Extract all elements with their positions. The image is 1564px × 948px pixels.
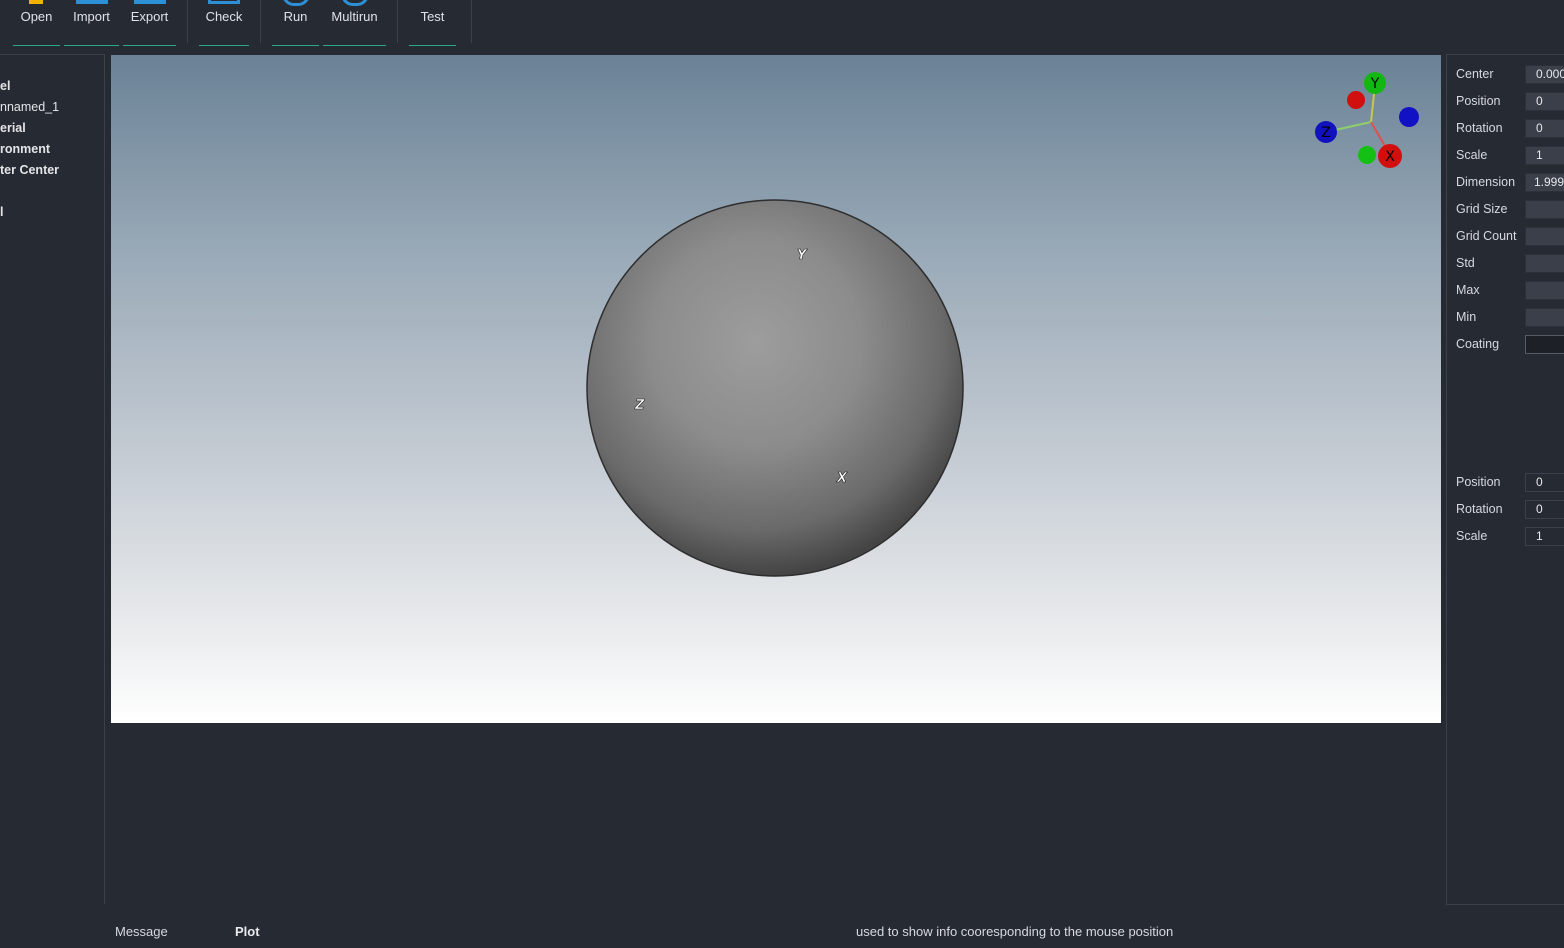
model-tree-panel: el nnamed_1 erial ronment ter Center l xyxy=(0,54,105,904)
transform-scale-label: Scale xyxy=(1456,529,1488,543)
viewport-canvas[interactable]: Y Z X Y Z X xyxy=(111,55,1441,723)
prop-row-coating: Coating xyxy=(1456,335,1564,355)
multirun-label: Multirun xyxy=(331,9,378,24)
tree-item-extra[interactable]: l xyxy=(0,205,3,219)
tree-item-material[interactable]: erial xyxy=(0,121,26,135)
test-label: Test xyxy=(420,9,445,24)
export-button[interactable]: Export xyxy=(123,0,176,46)
coating-label: Coating xyxy=(1456,337,1500,351)
check-button[interactable]: Check xyxy=(199,0,249,46)
gizmo-neg-y-handle[interactable] xyxy=(1358,146,1376,164)
check-label: Check xyxy=(205,9,243,24)
properties-panel: Center 0.000 Position 0 Rotation 0 Scale… xyxy=(1446,54,1564,905)
coating-field[interactable] xyxy=(1525,335,1564,354)
status-bar: Message Plot used to show info coorespon… xyxy=(0,905,1564,948)
dimension-field[interactable]: 1.999 xyxy=(1525,173,1564,192)
prop-row-max: Max xyxy=(1456,281,1564,301)
grid-count-field[interactable] xyxy=(1525,227,1564,246)
import-icon xyxy=(75,0,108,4)
multirun-icon xyxy=(340,0,369,6)
prop-row-dimension: Dimension 1.999 xyxy=(1456,173,1564,193)
prop-row-grid-size: Grid Size xyxy=(1456,200,1564,220)
transform-row-position: Position 0 xyxy=(1456,473,1564,493)
prop-row-center: Center 0.000 xyxy=(1456,65,1564,85)
prop-row-grid-count: Grid Count xyxy=(1456,227,1564,247)
max-label: Max xyxy=(1456,283,1480,297)
toolbar-separator xyxy=(471,0,472,43)
gizmo-neg-z-handle[interactable] xyxy=(1399,107,1419,127)
rotation-label: Rotation xyxy=(1456,121,1503,135)
std-field[interactable] xyxy=(1525,254,1564,273)
sphere-axis-label-x: X xyxy=(836,471,848,486)
run-icon xyxy=(281,0,310,6)
prop-row-std: Std xyxy=(1456,254,1564,274)
gizmo-neg-x-handle[interactable] xyxy=(1347,91,1365,109)
scale-label: Scale xyxy=(1456,148,1488,162)
test-button[interactable]: Test xyxy=(409,0,456,46)
gizmo-label-z: Z xyxy=(1321,125,1331,141)
min-label: Min xyxy=(1456,310,1477,324)
tree-item-environment[interactable]: ronment xyxy=(0,142,50,156)
prop-row-position: Position 0 xyxy=(1456,92,1564,112)
std-label: Std xyxy=(1456,256,1475,270)
max-field[interactable] xyxy=(1525,281,1564,300)
tree-item-unnamed[interactable]: nnamed_1 xyxy=(0,100,59,114)
open-label: Open xyxy=(20,9,53,24)
grid-size-label: Grid Size xyxy=(1456,202,1508,216)
prop-row-rotation: Rotation 0 xyxy=(1456,119,1564,139)
run-button[interactable]: Run xyxy=(272,0,319,46)
transform-rotation-field[interactable]: 0 xyxy=(1525,500,1564,519)
toolbar-separator xyxy=(187,0,188,43)
transform-rotation-label: Rotation xyxy=(1456,502,1503,516)
open-button[interactable]: Open xyxy=(13,0,60,46)
main-toolbar: Open Import Export Check Run Multirun Te… xyxy=(0,0,1564,54)
sphere-axis-label-y: Y xyxy=(797,248,808,263)
transform-row-scale: Scale 1 xyxy=(1456,527,1564,547)
check-icon xyxy=(208,0,240,4)
run-label: Run xyxy=(283,9,308,24)
sphere-axis-label-z: Z xyxy=(634,398,645,413)
gizmo-label-y: Y xyxy=(1370,76,1380,92)
sphere-model[interactable] xyxy=(586,199,964,577)
folder-icon xyxy=(28,0,43,4)
rotation-field[interactable]: 0 xyxy=(1525,119,1564,138)
multirun-button[interactable]: Multirun xyxy=(323,0,386,46)
orientation-gizmo[interactable]: Y Z X xyxy=(1315,72,1419,168)
prop-row-min: Min xyxy=(1456,308,1564,328)
transform-scale-field[interactable]: 1 xyxy=(1525,527,1564,546)
export-icon xyxy=(133,0,166,4)
tab-message[interactable]: Message xyxy=(115,924,168,939)
min-field[interactable] xyxy=(1525,308,1564,327)
transform-position-field[interactable]: 0 xyxy=(1525,473,1564,492)
grid-count-label: Grid Count xyxy=(1456,229,1517,243)
import-button[interactable]: Import xyxy=(64,0,119,46)
mouse-info-text: used to show info cooresponding to the m… xyxy=(856,924,1174,939)
export-label: Export xyxy=(130,9,169,24)
dimension-label: Dimension xyxy=(1456,175,1516,189)
position-label: Position xyxy=(1456,94,1501,108)
tree-item-center[interactable]: ter Center xyxy=(0,163,59,177)
prop-row-scale: Scale 1 xyxy=(1456,146,1564,166)
tab-plot[interactable]: Plot xyxy=(235,924,260,939)
toolbar-separator xyxy=(260,0,261,43)
tree-item-model[interactable]: el xyxy=(0,79,10,93)
transform-row-rotation: Rotation 0 xyxy=(1456,500,1564,520)
import-label: Import xyxy=(73,9,110,24)
scale-field[interactable]: 1 xyxy=(1525,146,1564,165)
toolbar-separator xyxy=(397,0,398,43)
transform-position-label: Position xyxy=(1456,475,1501,489)
position-field[interactable]: 0 xyxy=(1525,92,1564,111)
3d-viewport[interactable]: Y Z X Y Z X xyxy=(111,55,1441,723)
grid-size-field[interactable] xyxy=(1525,200,1564,219)
center-field[interactable]: 0.000 xyxy=(1525,65,1564,84)
center-label: Center xyxy=(1456,67,1494,81)
gizmo-label-x: X xyxy=(1385,149,1395,165)
